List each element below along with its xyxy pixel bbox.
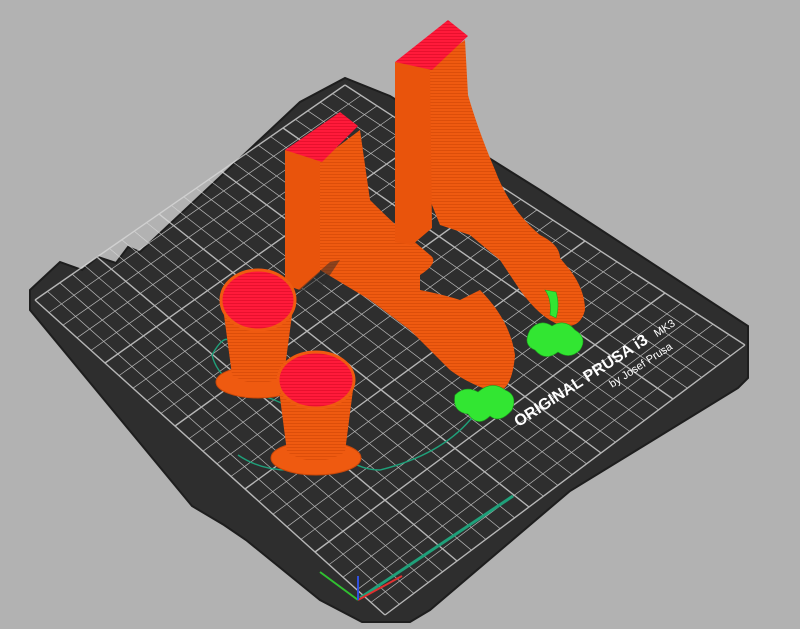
- print-bed: ORIGINAL PRUSA i3 MK3 by Josef Prusa: [29, 76, 749, 623]
- 3d-preview-viewport[interactable]: ORIGINAL PRUSA i3 MK3 by Josef Prusa: [0, 0, 800, 629]
- cup-front-top: [276, 350, 356, 410]
- bracket-right-front: [395, 62, 432, 245]
- bracket-left-front: [285, 150, 320, 290]
- cup-back-top: [219, 268, 297, 332]
- cup-front[interactable]: [270, 350, 362, 476]
